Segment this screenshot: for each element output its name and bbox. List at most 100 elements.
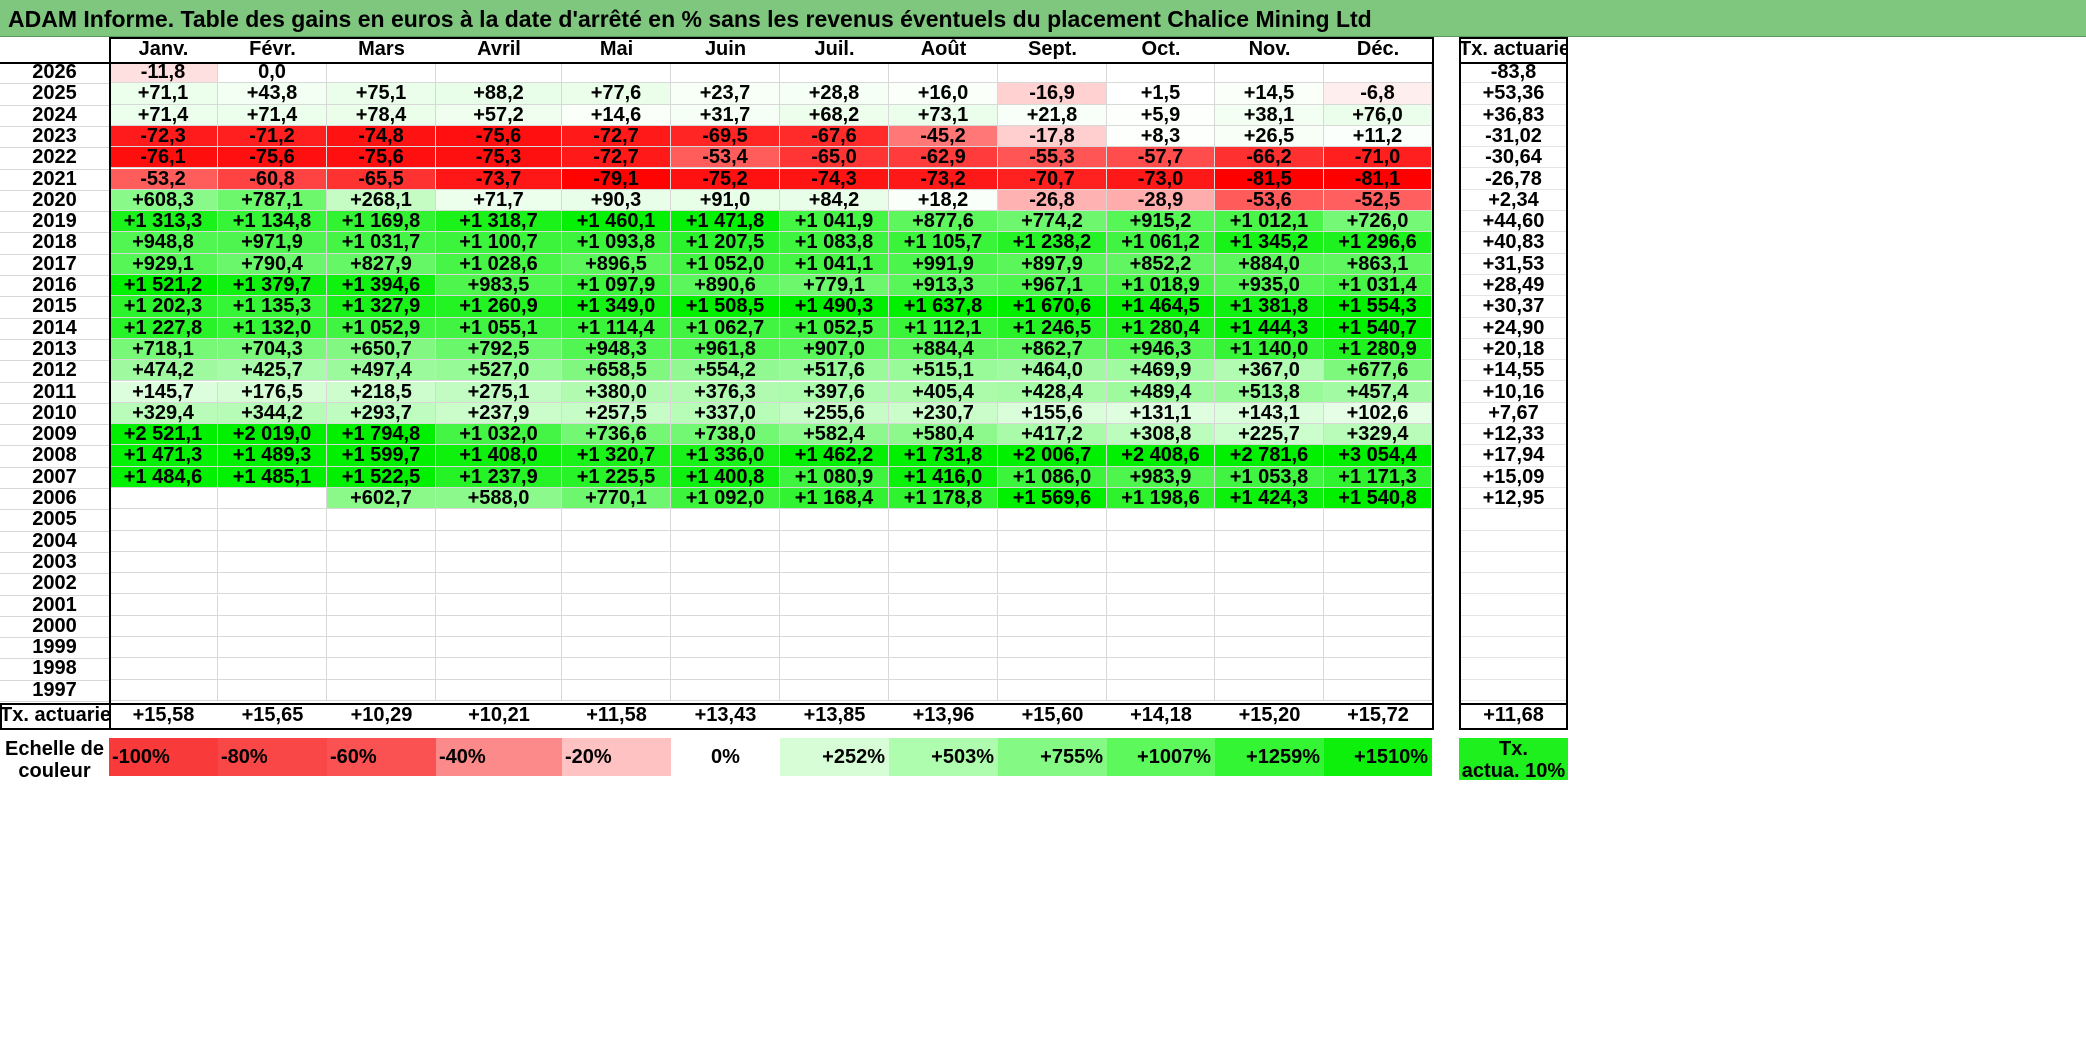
value-cell: +738,0 bbox=[671, 424, 780, 446]
value-cell: -75,3 bbox=[436, 147, 562, 169]
value-cell: +517,6 bbox=[780, 360, 889, 382]
value-cell bbox=[109, 509, 218, 531]
value-cell bbox=[889, 530, 998, 552]
value-cell: -72,3 bbox=[109, 125, 218, 148]
value-cell: +1 260,9 bbox=[436, 296, 562, 318]
value-cell: +337,0 bbox=[671, 402, 780, 425]
tx-actuariel-cell: +14,55 bbox=[1459, 360, 1568, 382]
value-cell: +913,3 bbox=[889, 275, 998, 297]
value-cell: +877,6 bbox=[889, 211, 998, 233]
value-cell bbox=[109, 679, 218, 701]
value-cell: +1 794,8 bbox=[327, 424, 436, 446]
value-cell bbox=[1324, 637, 1432, 659]
tx-actuariel-cell: +24,90 bbox=[1459, 318, 1568, 339]
value-cell: -81,1 bbox=[1324, 168, 1432, 190]
value-cell: +961,8 bbox=[671, 338, 780, 361]
footer-value: +11,58 bbox=[586, 704, 647, 726]
value-cell: +8,3 bbox=[1107, 125, 1215, 148]
value-cell bbox=[780, 679, 889, 701]
value-cell: +1 080,9 bbox=[780, 466, 889, 488]
value-cell: +1 092,0 bbox=[671, 488, 780, 510]
value-cell: -75,6 bbox=[436, 125, 562, 148]
value-cell: +1 198,6 bbox=[1107, 488, 1215, 510]
value-cell: +1,5 bbox=[1107, 83, 1215, 105]
value-cell: +329,4 bbox=[109, 402, 218, 425]
value-cell: +704,3 bbox=[218, 338, 327, 361]
value-cell bbox=[327, 679, 436, 701]
value-cell: +1 178,8 bbox=[889, 488, 998, 510]
tx-actuariel-header: Tx. actuariel bbox=[1459, 38, 1568, 60]
year-label: 2021 bbox=[32, 168, 77, 190]
value-cell: +255,6 bbox=[780, 402, 889, 425]
month-header: Juin bbox=[704, 38, 747, 60]
value-cell bbox=[436, 509, 562, 531]
month-header: Oct. bbox=[1141, 38, 1181, 60]
value-cell: +863,1 bbox=[1324, 253, 1432, 275]
value-cell: +145,7 bbox=[109, 381, 218, 403]
value-cell bbox=[780, 615, 889, 638]
border-line bbox=[0, 728, 1434, 730]
value-cell: +155,6 bbox=[998, 402, 1107, 425]
year-label: 2012 bbox=[32, 360, 77, 382]
value-cell: +14,6 bbox=[562, 104, 671, 126]
value-cell: +464,0 bbox=[998, 360, 1107, 382]
tx-actuariel-cell bbox=[1459, 509, 1568, 531]
value-cell: +3 054,4 bbox=[1324, 445, 1432, 467]
value-cell: +946,3 bbox=[1107, 338, 1215, 361]
value-cell bbox=[671, 679, 780, 701]
color-scale-label-line1: Echelle de bbox=[5, 738, 104, 760]
value-cell bbox=[671, 637, 780, 659]
value-cell: +38,1 bbox=[1215, 104, 1324, 126]
value-cell bbox=[998, 679, 1107, 701]
value-cell bbox=[1107, 637, 1215, 659]
value-cell: +57,2 bbox=[436, 104, 562, 126]
value-cell bbox=[218, 679, 327, 701]
tx-actuariel-cell bbox=[1459, 637, 1568, 659]
value-cell bbox=[780, 594, 889, 616]
value-cell: +790,4 bbox=[218, 253, 327, 275]
value-cell bbox=[109, 594, 218, 616]
value-cell: +1 093,8 bbox=[562, 232, 671, 254]
tx-actuariel-cell: +31,53 bbox=[1459, 254, 1568, 275]
value-cell: +1 731,8 bbox=[889, 445, 998, 467]
month-header: Déc. bbox=[1356, 38, 1400, 60]
value-cell: -53,6 bbox=[1215, 189, 1324, 212]
value-cell: +1 062,7 bbox=[671, 317, 780, 339]
value-cell: +827,9 bbox=[327, 253, 436, 275]
value-cell: +308,8 bbox=[1107, 424, 1215, 446]
value-cell: +1 490,3 bbox=[780, 296, 889, 318]
tx-actuariel-cell: +36,83 bbox=[1459, 105, 1568, 126]
value-cell bbox=[327, 62, 436, 84]
value-cell: +787,1 bbox=[218, 189, 327, 212]
month-header: Janv. bbox=[138, 38, 189, 60]
value-cell: +2 408,6 bbox=[1107, 445, 1215, 467]
value-cell: +983,9 bbox=[1107, 466, 1215, 488]
value-cell: +1 554,3 bbox=[1324, 296, 1432, 318]
value-cell bbox=[780, 637, 889, 659]
value-cell: +230,7 bbox=[889, 402, 998, 425]
value-cell bbox=[1324, 573, 1432, 595]
value-cell: +1 508,5 bbox=[671, 296, 780, 318]
value-cell: +1 444,3 bbox=[1215, 317, 1324, 339]
value-cell bbox=[109, 658, 218, 680]
year-label: 2009 bbox=[32, 424, 77, 446]
value-cell bbox=[562, 509, 671, 531]
value-cell: -72,7 bbox=[562, 147, 671, 169]
value-cell: +1 168,4 bbox=[780, 488, 889, 510]
value-cell: +77,6 bbox=[562, 83, 671, 105]
month-header: Avril bbox=[477, 38, 521, 60]
value-cell: -74,3 bbox=[780, 168, 889, 190]
value-cell bbox=[436, 62, 562, 84]
value-cell bbox=[562, 62, 671, 84]
value-cell: +71,7 bbox=[436, 189, 562, 212]
value-cell bbox=[436, 530, 562, 552]
value-cell bbox=[1215, 551, 1324, 574]
value-cell bbox=[327, 615, 436, 638]
value-cell: +497,4 bbox=[327, 360, 436, 382]
year-label: 2023 bbox=[32, 125, 77, 147]
tx-actuariel-cell bbox=[1459, 616, 1568, 638]
value-cell bbox=[671, 573, 780, 595]
value-cell: +515,1 bbox=[889, 360, 998, 382]
value-cell: +329,4 bbox=[1324, 424, 1432, 446]
value-cell: +1 134,8 bbox=[218, 211, 327, 233]
